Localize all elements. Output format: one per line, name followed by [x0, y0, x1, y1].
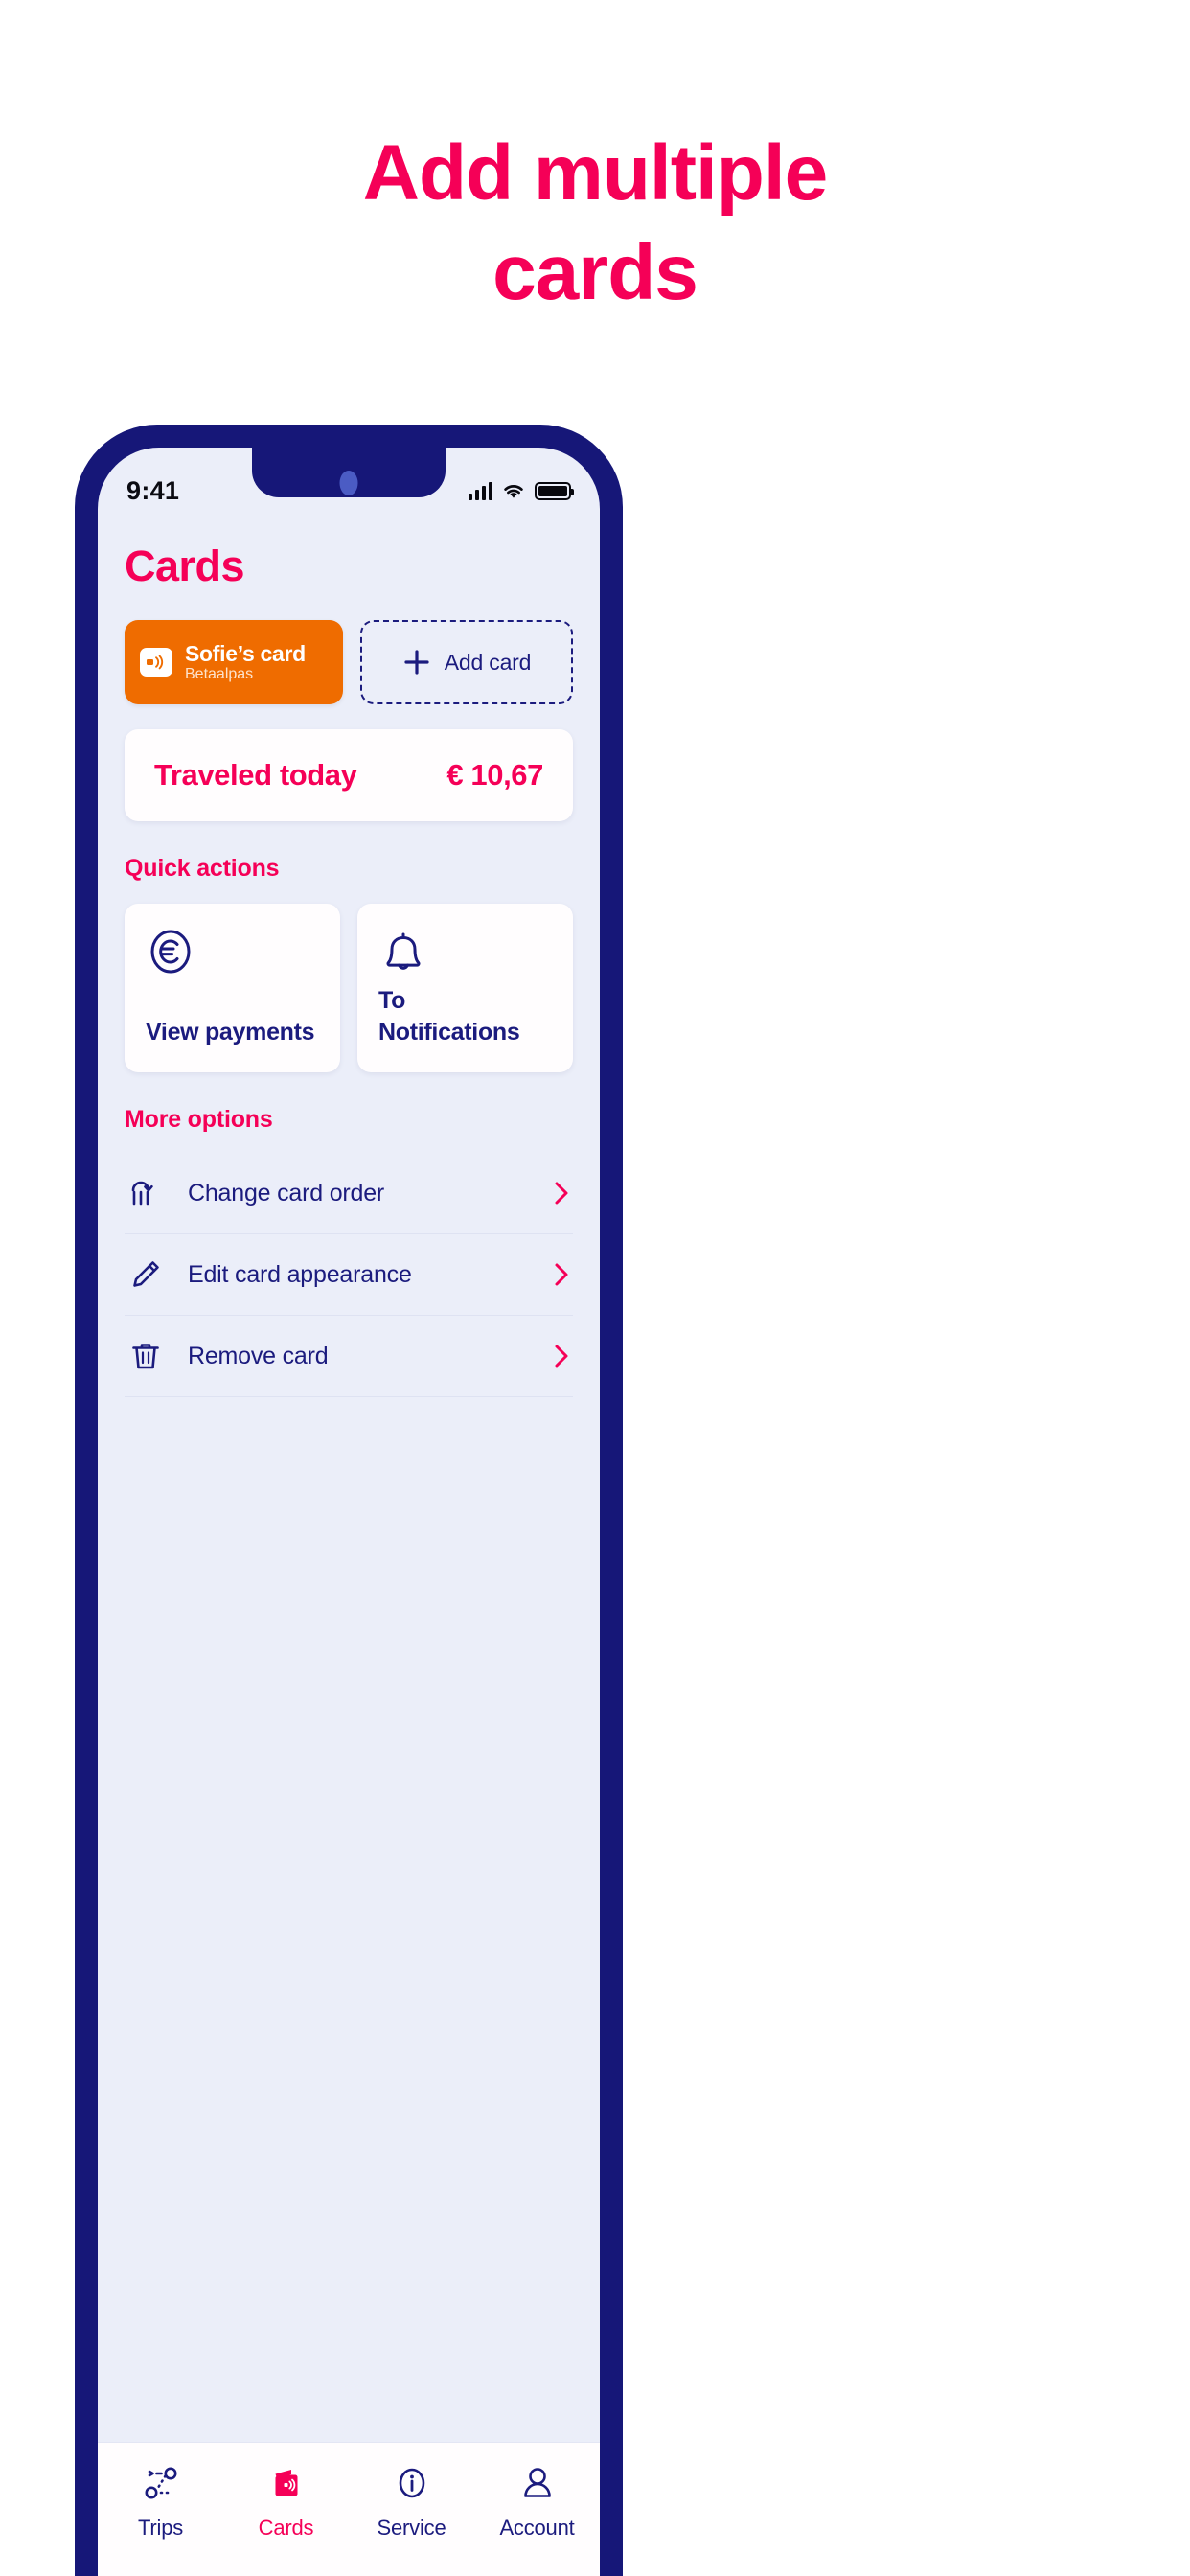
quick-action-notifications[interactable]: To Notifications — [357, 904, 573, 1072]
quick-action-notifications-label: To Notifications — [378, 986, 520, 1046]
add-card-label: Add card — [444, 649, 532, 675]
bell-icon — [386, 932, 421, 970]
reorder-cards-icon — [125, 1174, 167, 1212]
tab-cards-label: Cards — [258, 2516, 314, 2540]
account-icon — [517, 2462, 558, 2504]
option-change-card-order[interactable]: Change card order — [125, 1153, 573, 1234]
info-icon — [392, 2462, 432, 2504]
status-bar: 9:41 — [98, 448, 600, 518]
quick-action-view-payments[interactable]: View payments — [125, 904, 340, 1072]
my-card-name: Sofie’s card — [185, 640, 306, 666]
promo-headline: Add multiple cards — [0, 134, 1190, 312]
option-change-card-order-label: Change card order — [188, 1179, 385, 1207]
tab-account[interactable]: Account — [474, 2462, 600, 2541]
traveled-today-amount: € 10,67 — [446, 758, 543, 792]
chevron-right-icon — [550, 1180, 573, 1207]
status-icons — [468, 481, 574, 500]
card-row: Sofie’s card Betaalpas Add card — [125, 620, 573, 704]
more-options-heading: More options — [125, 1106, 273, 1133]
quick-actions-row: View payments To Notifications — [125, 904, 573, 1072]
add-card-button[interactable]: Add card — [360, 620, 573, 704]
contactless-card-icon — [140, 648, 172, 677]
option-edit-card-appearance[interactable]: Edit card appearance — [125, 1234, 573, 1316]
signal-bars-icon — [468, 481, 492, 500]
bottom-tab-bar: Trips Cards Service Account — [98, 2442, 600, 2576]
traveled-today-label: Traveled today — [154, 758, 357, 792]
tab-account-label: Account — [499, 2516, 575, 2540]
wifi-icon — [504, 485, 523, 498]
route-icon — [141, 2462, 181, 2504]
chevron-right-icon — [550, 1261, 573, 1288]
phone-frame: 9:41 Cards Sofie’s card Betaalpas Add ca… — [75, 425, 623, 2576]
phone-screen: 9:41 Cards Sofie’s card Betaalpas Add ca… — [98, 448, 600, 2576]
tab-service-label: Service — [377, 2516, 446, 2540]
status-time: 9:41 — [126, 475, 180, 505]
my-card-text: Sofie’s card Betaalpas — [185, 640, 306, 683]
quick-action-view-payments-label: View payments — [146, 1019, 315, 1046]
tab-trips-label: Trips — [137, 2516, 184, 2540]
promo-headline-line1: Add multiple — [362, 129, 829, 217]
pencil-icon — [125, 1255, 167, 1294]
trash-icon — [125, 1337, 167, 1375]
tab-service[interactable]: Service — [349, 2462, 474, 2541]
option-remove-card[interactable]: Remove card — [125, 1316, 573, 1397]
screen-content: Cards Sofie’s card Betaalpas Add card Tr… — [98, 518, 600, 1397]
my-card-tile[interactable]: Sofie’s card Betaalpas — [125, 620, 343, 704]
chevron-right-icon — [550, 1343, 573, 1369]
option-edit-card-appearance-label: Edit card appearance — [188, 1260, 412, 1288]
euro-circle-icon — [150, 930, 191, 974]
my-card-subtitle: Betaalpas — [185, 665, 254, 682]
more-options-list: Change card order Edit card appearance R… — [125, 1153, 573, 1397]
plus-icon — [404, 650, 429, 675]
tab-trips[interactable]: Trips — [98, 2462, 223, 2541]
battery-full-icon — [535, 481, 574, 500]
promo-headline-line2: cards — [492, 229, 698, 316]
page-title: Cards — [125, 541, 245, 590]
cards-icon — [266, 2462, 307, 2504]
quick-actions-heading: Quick actions — [125, 855, 280, 882]
traveled-today-card[interactable]: Traveled today € 10,67 — [125, 729, 573, 821]
tab-cards[interactable]: Cards — [223, 2462, 349, 2541]
option-remove-card-label: Remove card — [188, 1342, 329, 1369]
